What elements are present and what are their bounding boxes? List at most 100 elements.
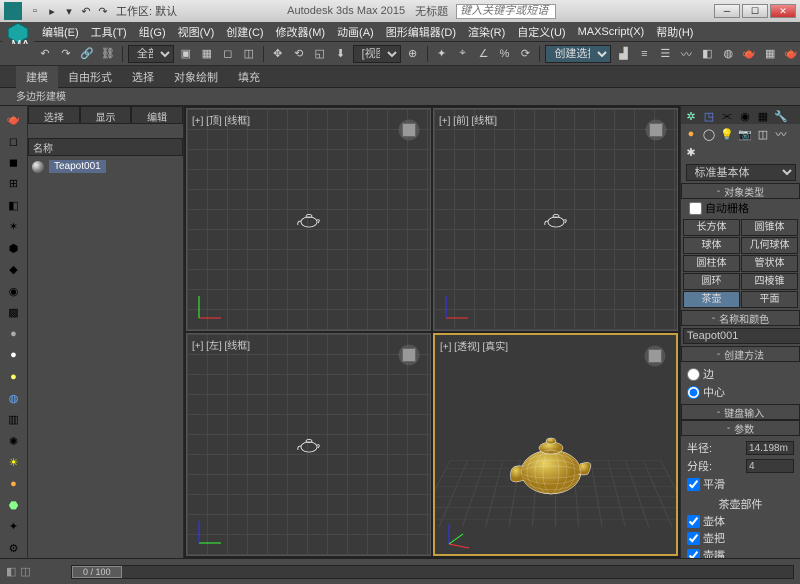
snap-icon[interactable]: ⌖ — [454, 45, 472, 63]
teapot-tool-icon[interactable]: 🫖 — [3, 110, 25, 129]
layers-icon[interactable]: ☰ — [656, 45, 674, 63]
spacewarps-icon[interactable]: 〰 — [773, 126, 789, 142]
teapot-wireframe[interactable] — [296, 436, 322, 454]
viewport-label[interactable]: [+] [前] [线框] — [439, 112, 497, 127]
minimize-button[interactable]: ─ — [714, 4, 740, 18]
rect-select-icon[interactable]: ◻ — [219, 45, 237, 63]
status-icon[interactable]: ◫ — [20, 565, 30, 578]
render-icon[interactable]: 🫖 — [782, 45, 800, 63]
tool-icon[interactable]: ● — [3, 346, 25, 365]
ribbon-tab-paint[interactable]: 对象绘制 — [164, 66, 228, 88]
ribbon-tab-populate[interactable]: 填充 — [228, 66, 270, 88]
btn-geosphere[interactable]: 几何球体 — [741, 237, 798, 254]
pivot-icon[interactable]: ⊕ — [404, 45, 422, 63]
tool-icon[interactable]: ✦ — [3, 517, 25, 536]
chk-handle[interactable] — [687, 532, 700, 545]
close-button[interactable]: ✕ — [770, 4, 796, 18]
rollout-keyboard[interactable]: 键盘输入 — [681, 404, 800, 420]
menu-view[interactable]: 视图(V) — [174, 22, 219, 42]
scene-column-header[interactable]: 名称 — [28, 138, 183, 156]
autogrid-checkbox[interactable] — [689, 202, 702, 215]
time-slider[interactable]: 0 / 100 — [71, 565, 794, 579]
viewport-front[interactable]: [+] [前] [线框] — [433, 108, 678, 331]
render-frame-icon[interactable]: ▦ — [761, 45, 779, 63]
viewport-label[interactable]: [+] [透视] [真实] — [440, 338, 508, 353]
btn-pyramid[interactable]: 四棱锥 — [741, 273, 798, 290]
tool-icon[interactable]: ⬣ — [3, 496, 25, 515]
scene-tab-display[interactable]: 显示 — [80, 106, 132, 124]
rollout-name-color[interactable]: 名称和颜色 — [681, 310, 800, 326]
align-icon[interactable]: ≡ — [635, 45, 653, 63]
app-icon[interactable] — [4, 2, 22, 20]
time-slider-thumb[interactable]: 0 / 100 — [72, 566, 122, 578]
save-icon[interactable]: ▾ — [62, 4, 76, 18]
tool-icon[interactable]: ◼ — [3, 153, 25, 172]
tool-icon[interactable]: ◻ — [3, 131, 25, 150]
ribbon-tab-modeling[interactable]: 建模 — [16, 66, 58, 88]
material-editor-icon[interactable]: ◍ — [719, 45, 737, 63]
menu-group[interactable]: 组(G) — [135, 22, 170, 42]
rotate-icon[interactable]: ⟲ — [290, 45, 308, 63]
menu-help[interactable]: 帮助(H) — [652, 22, 697, 42]
btn-sphere[interactable]: 球体 — [683, 237, 740, 254]
geometry-icon[interactable]: ● — [683, 126, 699, 142]
help-search-input[interactable] — [456, 4, 556, 19]
menu-tools[interactable]: 工具(T) — [87, 22, 131, 42]
segments-spinner[interactable] — [746, 459, 794, 473]
cameras-icon[interactable]: 📷 — [737, 126, 753, 142]
window-crossing-icon[interactable]: ◫ — [240, 45, 258, 63]
menu-render[interactable]: 渲染(R) — [464, 22, 509, 42]
chk-spout[interactable] — [687, 549, 700, 559]
redo-icon[interactable]: ↷ — [96, 4, 110, 18]
link-icon[interactable]: 🔗 — [78, 45, 96, 63]
utilities-tab-icon[interactable]: 🔧 — [773, 108, 789, 124]
radio-edge[interactable] — [687, 368, 700, 381]
scale-icon[interactable]: ◱ — [311, 45, 329, 63]
percent-snap-icon[interactable]: % — [496, 45, 514, 63]
teapot-shaded[interactable] — [502, 424, 600, 500]
tool-icon[interactable]: ◆ — [3, 260, 25, 279]
tool-icon[interactable]: ◧ — [3, 196, 25, 215]
selection-filter[interactable]: 全部 — [128, 45, 174, 63]
tool-icon[interactable]: ◍ — [3, 388, 25, 407]
placement-icon[interactable]: ⬇ — [332, 45, 350, 63]
viewcube[interactable] — [394, 340, 424, 370]
hierarchy-tab-icon[interactable]: ⫘ — [719, 108, 735, 124]
lights-icon[interactable]: 💡 — [719, 126, 735, 142]
motion-tab-icon[interactable]: ◉ — [737, 108, 753, 124]
viewcube[interactable] — [394, 115, 424, 145]
radius-spinner[interactable] — [746, 441, 794, 455]
smooth-checkbox[interactable] — [687, 478, 700, 491]
tool-icon[interactable]: ⚙ — [3, 538, 25, 557]
chk-body[interactable] — [687, 515, 700, 528]
btn-cone[interactable]: 圆锥体 — [741, 219, 798, 236]
btn-box[interactable]: 长方体 — [683, 219, 740, 236]
modify-tab-icon[interactable]: ◳ — [701, 108, 717, 124]
spinner-snap-icon[interactable]: ⟳ — [516, 45, 534, 63]
menu-animation[interactable]: 动画(A) — [333, 22, 378, 42]
helpers-icon[interactable]: ◫ — [755, 126, 771, 142]
tool-icon[interactable]: ● — [3, 324, 25, 343]
btn-plane[interactable]: 平面 — [741, 291, 798, 308]
scene-tab-edit[interactable]: 编辑 — [131, 106, 183, 124]
render-setup-icon[interactable]: 🫖 — [740, 45, 758, 63]
tool-icon[interactable]: ☀ — [3, 453, 25, 472]
redo-icon[interactable]: ↷ — [57, 45, 75, 63]
viewport-perspective[interactable]: [+] [透视] [真实] — [433, 333, 678, 556]
tool-icon[interactable]: ⊞ — [3, 174, 25, 193]
viewcube[interactable] — [641, 115, 671, 145]
max-logo-icon[interactable]: MAX — [2, 22, 34, 44]
curve-editor-icon[interactable]: 〰 — [677, 45, 695, 63]
workspace-selector[interactable]: 工作区: 默认 — [116, 3, 177, 19]
select-icon[interactable]: ▣ — [177, 45, 195, 63]
viewport-label[interactable]: [+] [顶] [线框] — [192, 112, 250, 127]
category-dropdown[interactable]: 标准基本体 — [686, 164, 796, 181]
menu-graph[interactable]: 图形编辑器(D) — [382, 22, 460, 42]
systems-icon[interactable]: ✱ — [683, 144, 699, 160]
object-name[interactable]: Teapot001 — [49, 160, 106, 173]
unlink-icon[interactable]: ⛓ — [99, 45, 117, 63]
tool-icon[interactable]: ▥ — [3, 410, 25, 429]
ribbon-tab-selection[interactable]: 选择 — [122, 66, 164, 88]
btn-teapot[interactable]: 茶壶 — [683, 291, 740, 308]
rollout-object-type[interactable]: 对象类型 — [681, 183, 800, 199]
